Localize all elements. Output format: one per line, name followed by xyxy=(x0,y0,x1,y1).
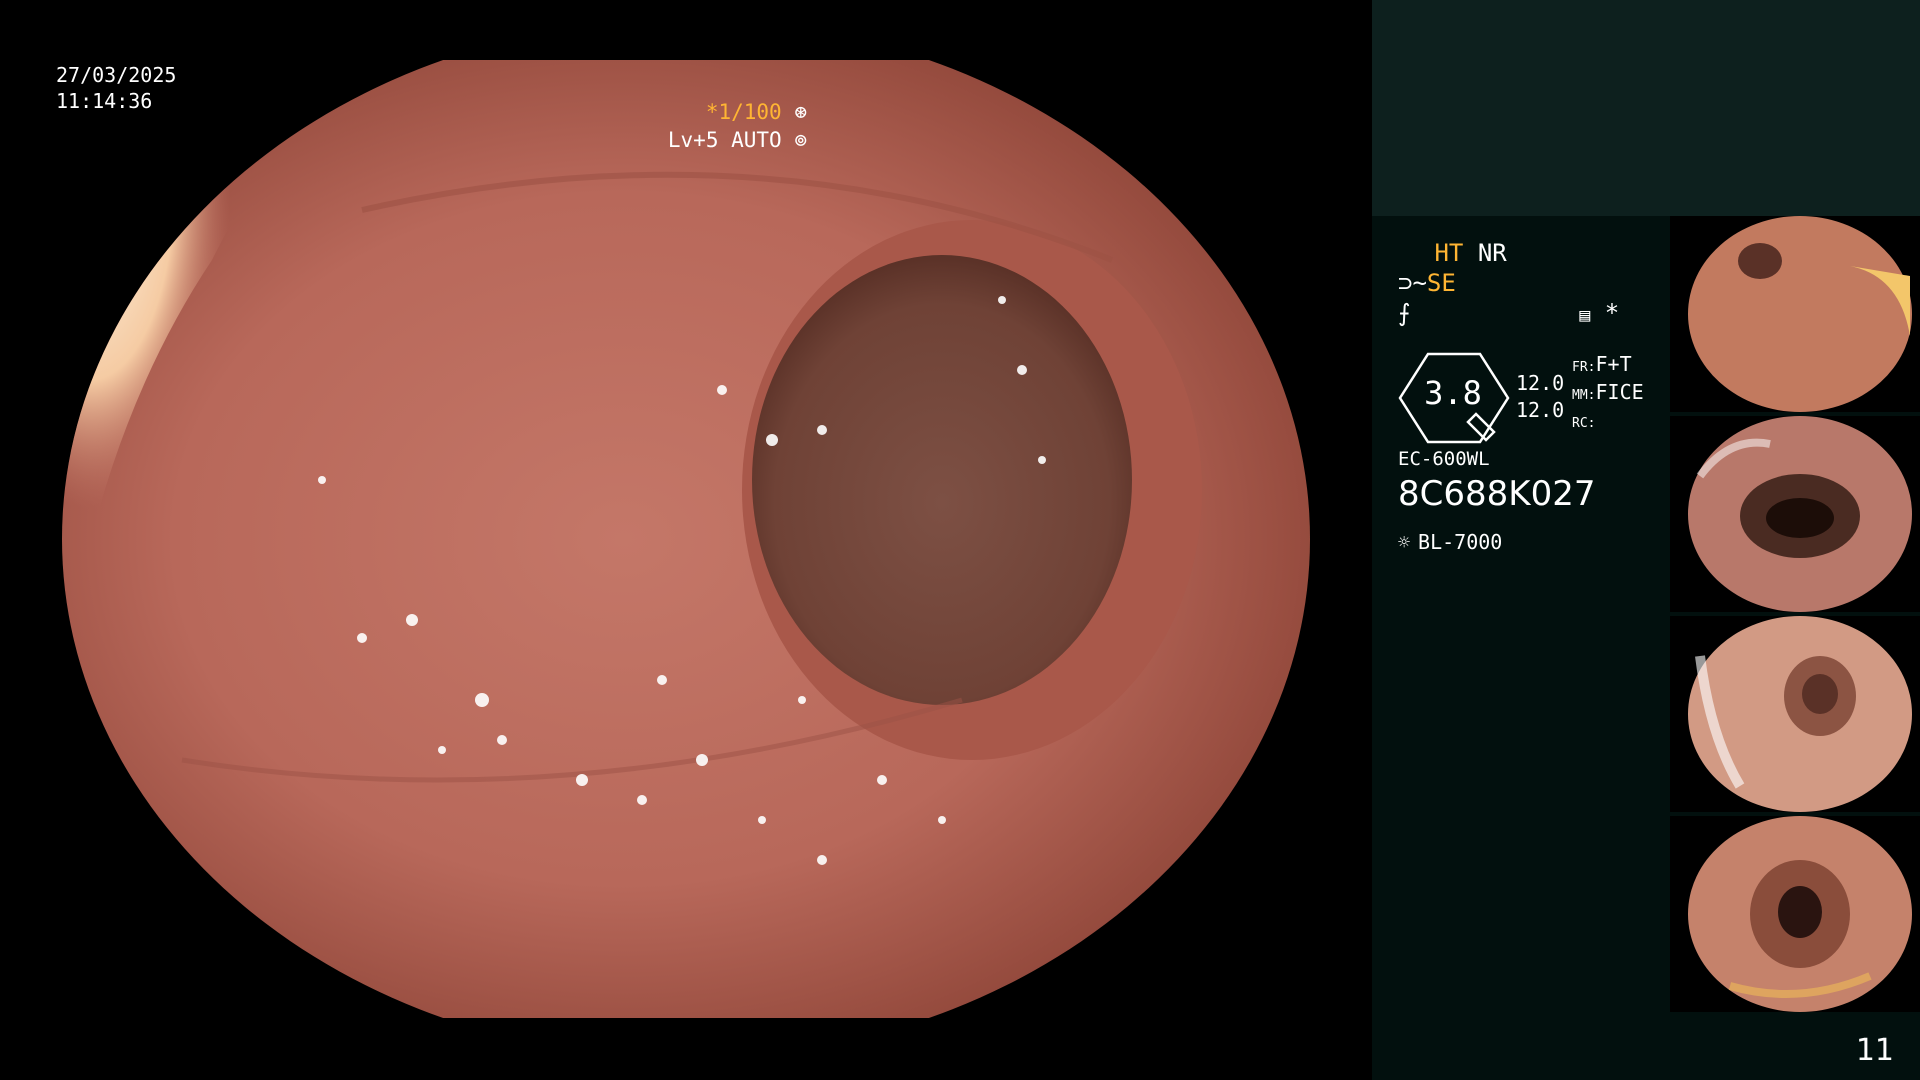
zoom-badge: 3.8 xyxy=(1398,352,1510,444)
zoom-value: 3.8 xyxy=(1424,374,1482,412)
level-text: Lv+5 AUTO xyxy=(667,128,782,152)
thumbnail-2[interactable] xyxy=(1670,416,1920,612)
thumbnail-4[interactable] xyxy=(1670,816,1920,1012)
mode-flags: FR:F+T MM:FICE RC: xyxy=(1572,352,1644,436)
endoscope-view: 27/03/2025 11:14:36 *1/100 ⊛ Lv+5 AUTO ⊚ xyxy=(0,0,1372,1080)
scope-model: EC-600WL xyxy=(1398,448,1490,470)
thumbnail-strip xyxy=(1670,216,1920,1016)
page-number: 11 xyxy=(1855,1033,1894,1068)
light-source-label: BL-7000 xyxy=(1418,530,1503,554)
se-label: SE xyxy=(1426,269,1456,297)
menu-icon: ▤ xyxy=(1579,305,1591,326)
processing-settings: HT NR ⊃~SE ⨍ ▤ * xyxy=(1398,238,1698,331)
sun-icon: ☼ xyxy=(1398,530,1411,554)
auto-icon: ⊚ xyxy=(794,128,807,152)
mm-label: MM: xyxy=(1572,388,1596,403)
asterisk-icon: * xyxy=(1604,299,1620,327)
exposure-status: *1/100 ⊛ Lv+5 AUTO ⊚ xyxy=(668,98,807,154)
light-source: ☼ BL-7000 xyxy=(1398,530,1502,554)
info-panel: HT NR ⊃~SE ⨍ ▤ * 3.8 12.0 12.0 FR:F+T MM… xyxy=(1372,0,1920,1080)
gain-value-2: 12.0 xyxy=(1516,398,1565,422)
fr-value: F+T xyxy=(1595,352,1632,376)
date-text: 27/03/2025 xyxy=(56,63,177,87)
thumbnail-3[interactable] xyxy=(1670,616,1920,812)
structure-icon: ⊃~ xyxy=(1398,269,1427,297)
filter-icon: ⨍ xyxy=(1398,299,1411,327)
nr-label: NR xyxy=(1477,239,1507,267)
ht-label: HT xyxy=(1434,239,1464,267)
mm-value: FICE xyxy=(1595,380,1644,404)
rc-label: RC: xyxy=(1572,416,1596,431)
thumbnail-1[interactable] xyxy=(1670,216,1920,412)
gain-value-1: 12.0 xyxy=(1516,371,1565,395)
time-text: 11:14:36 xyxy=(56,89,153,113)
aperture-icon: ⊛ xyxy=(794,100,807,124)
datetime-overlay: 27/03/2025 11:14:36 xyxy=(56,62,176,114)
fr-label: FR: xyxy=(1572,360,1596,375)
scope-serial: 8C688K027 xyxy=(1398,474,1596,514)
panel-header xyxy=(1372,0,1920,216)
gain-values: 12.0 12.0 xyxy=(1516,370,1564,424)
endoscopic-image xyxy=(62,60,1310,1018)
shutter-text: *1/100 xyxy=(705,100,782,124)
